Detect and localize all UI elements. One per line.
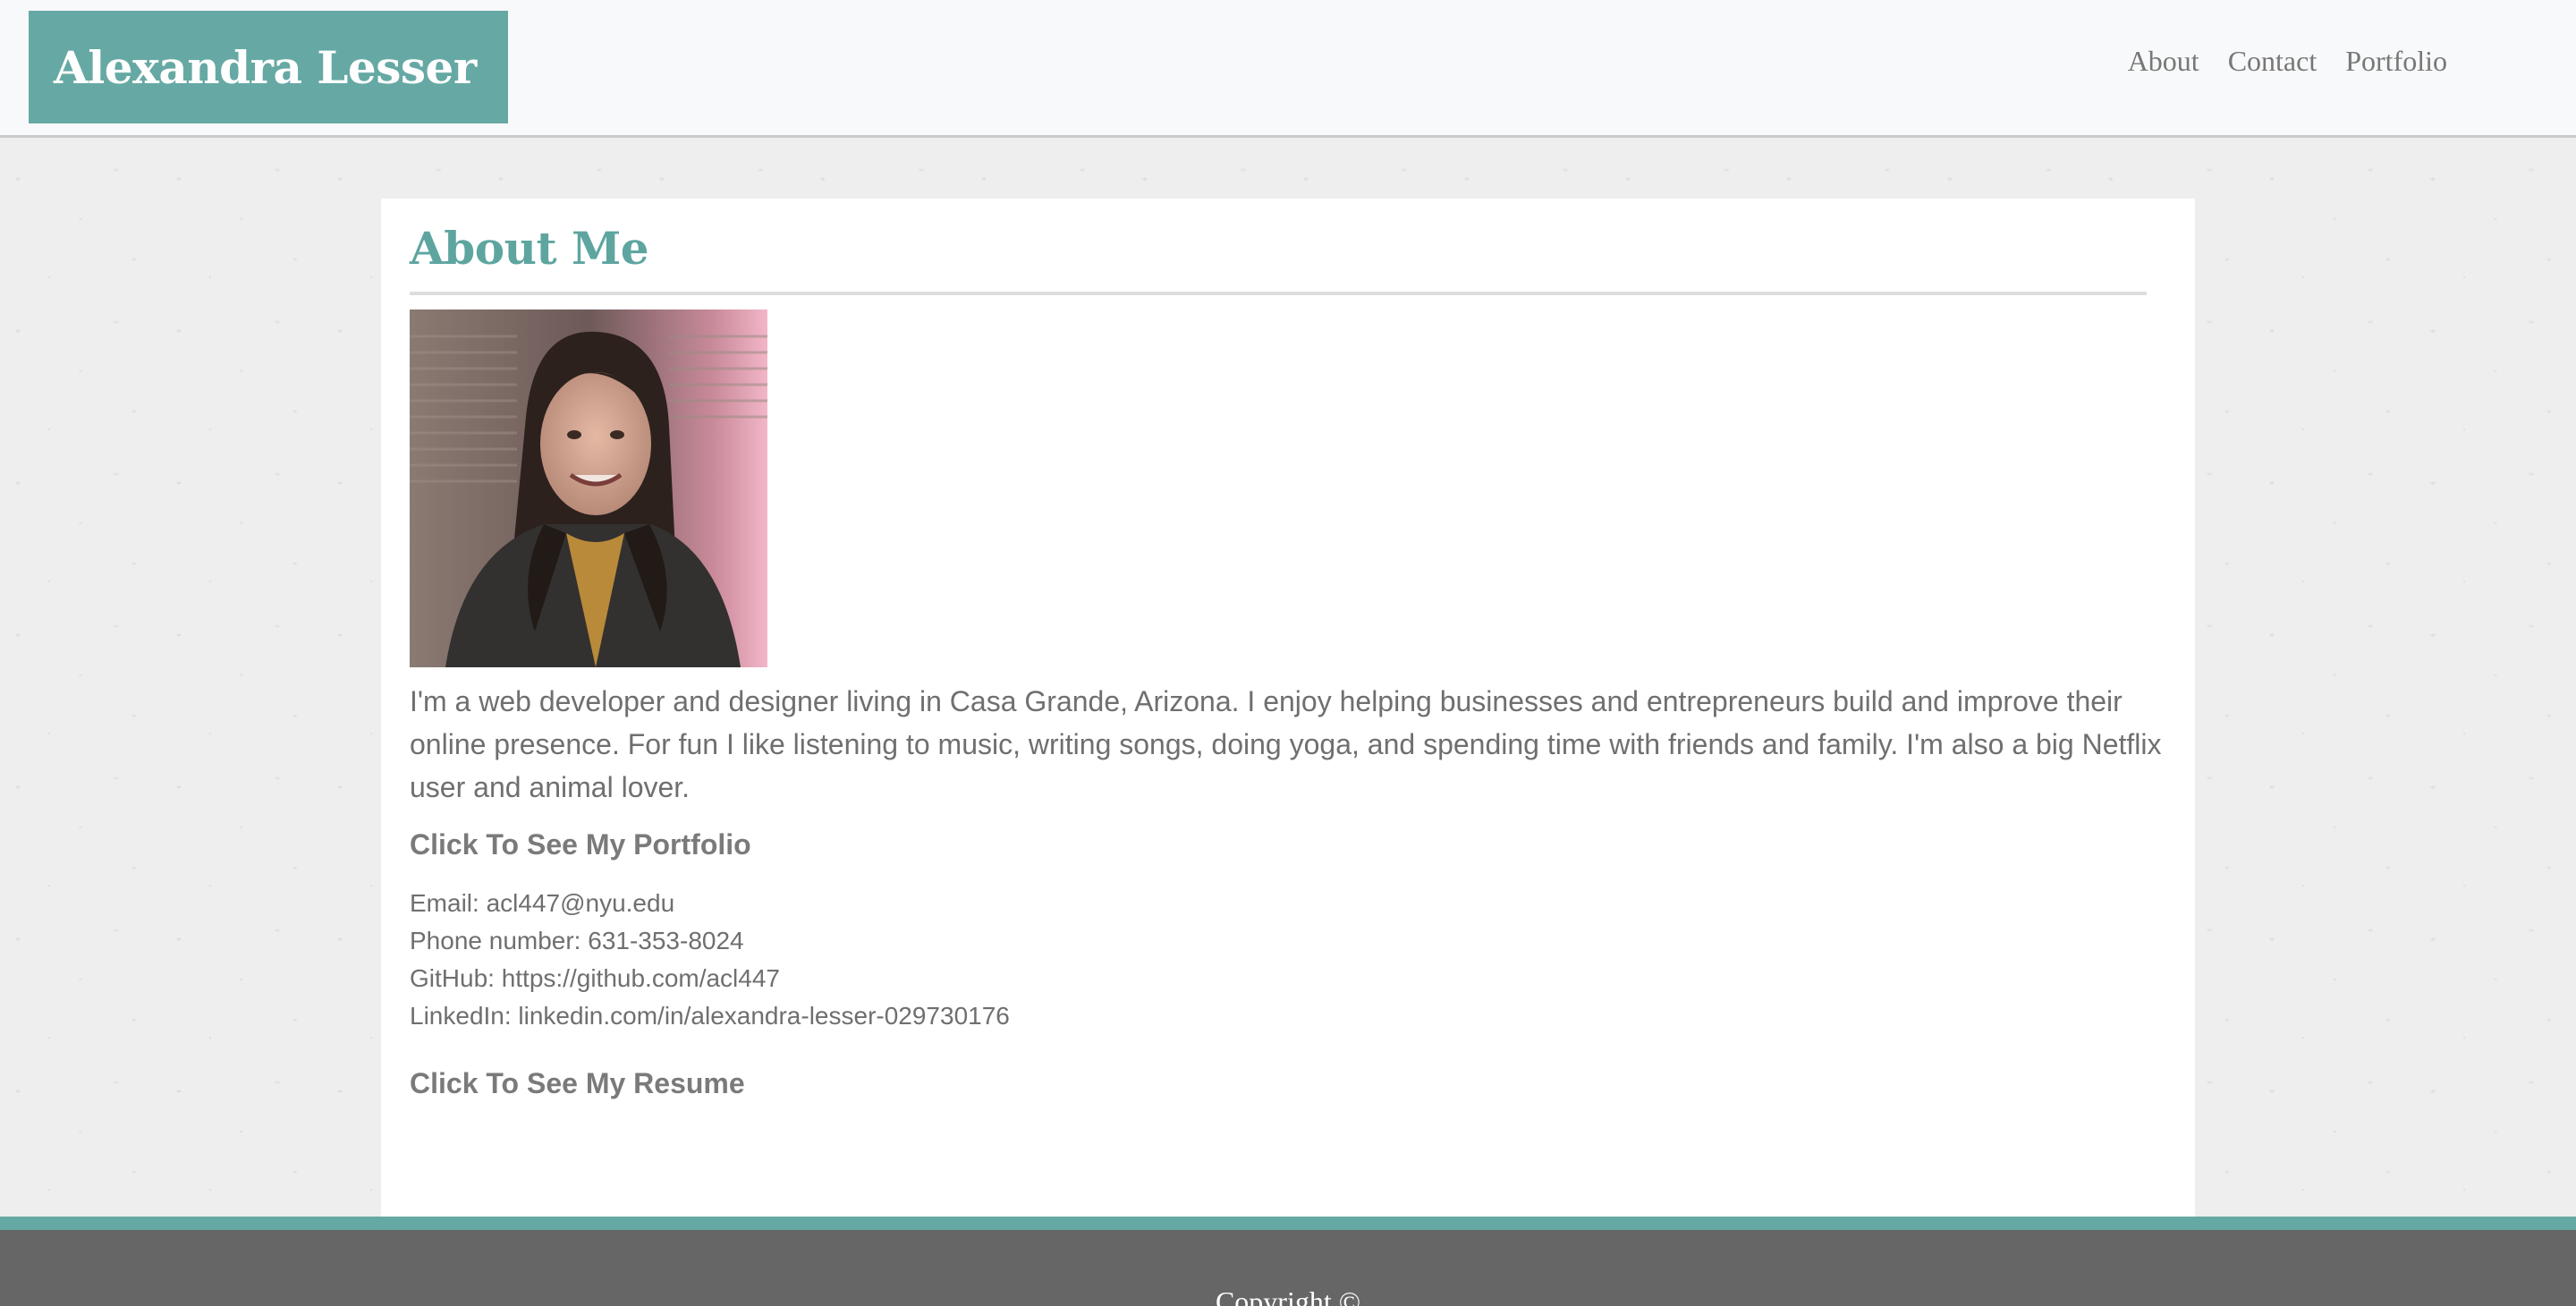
about-card: About Me I'm a web developer and designe… — [381, 199, 2195, 1218]
bio-text: I'm a web developer and designer living … — [410, 685, 2162, 803]
contact-info: Email: acl447@nyu.edu Phone number: 631-… — [410, 885, 2168, 1035]
portfolio-link[interactable]: Click To See My Portfolio — [410, 828, 2168, 861]
page-title: About Me — [410, 222, 649, 275]
title-divider — [410, 292, 2147, 295]
resume-link[interactable]: Click To See My Resume — [410, 1067, 2168, 1100]
nav-link-contact[interactable]: Contact — [2228, 45, 2318, 78]
nav-link-about[interactable]: About — [2128, 45, 2199, 78]
nav-link-portfolio[interactable]: Portfolio — [2345, 45, 2447, 78]
contact-linkedin: LinkedIn: linkedin.com/in/alexandra-less… — [410, 1002, 1010, 1030]
contact-github: GitHub: https://github.com/acl447 — [410, 964, 780, 992]
site-footer: Copyright © — [0, 1217, 2576, 1306]
site-header: Alexandra Lesser About Contact Portfolio — [0, 0, 2576, 138]
profile-photo — [410, 310, 767, 667]
contact-phone: Phone number: 631-353-8024 — [410, 927, 744, 954]
copyright-text: Copyright © — [1215, 1285, 1361, 1306]
main-nav: About Contact Portfolio — [2128, 45, 2447, 78]
brand-logo[interactable]: Alexandra Lesser — [29, 11, 508, 123]
contact-email: Email: acl447@nyu.edu — [410, 889, 675, 917]
